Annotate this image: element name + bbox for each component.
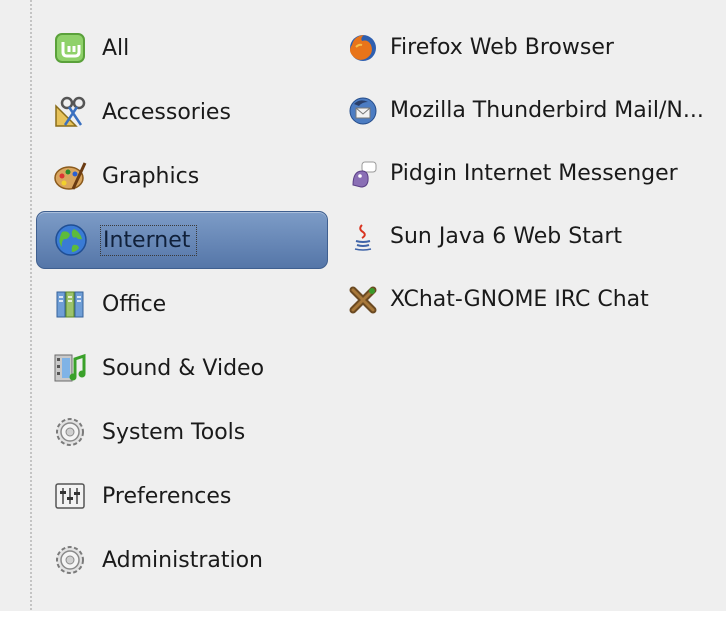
category-label: Graphics: [102, 163, 200, 189]
java-icon: [346, 217, 380, 257]
accessories-icon: [50, 92, 90, 132]
app-item-thunderbird[interactable]: Mozilla Thunderbird Mail/N...: [346, 79, 726, 142]
app-label: Pidgin Internet Messenger: [390, 161, 678, 186]
app-label: Firefox Web Browser: [390, 35, 614, 60]
thunderbird-icon: [346, 91, 380, 131]
office-icon: [50, 284, 90, 324]
app-label: XChat-GNOME IRC Chat: [390, 287, 649, 312]
sound-video-icon: [50, 348, 90, 388]
internet-globe-icon: [51, 220, 91, 260]
category-label: Internet: [99, 224, 198, 256]
app-item-pidgin[interactable]: Pidgin Internet Messenger: [346, 142, 726, 205]
category-item-all[interactable]: All: [36, 16, 328, 80]
category-item-internet[interactable]: Internet: [36, 211, 328, 269]
menu-bottom-edge: [0, 611, 726, 618]
category-item-administration[interactable]: Administration: [36, 528, 328, 592]
administration-gear-icon: [50, 540, 90, 580]
pidgin-icon: [346, 154, 380, 194]
category-item-sound-video[interactable]: Sound & Video: [36, 336, 328, 400]
firefox-icon: [346, 28, 380, 68]
mint-all-icon: [50, 28, 90, 68]
category-label: Accessories: [102, 99, 231, 125]
category-label: All: [102, 35, 130, 61]
separator-dotted-line: [30, 0, 32, 618]
category-item-graphics[interactable]: Graphics: [36, 144, 328, 208]
category-label: Preferences: [102, 483, 232, 509]
system-tools-gear-icon: [50, 412, 90, 452]
application-menu: All Accessories Graphics Internet Office: [0, 0, 726, 618]
app-item-xchat-gnome[interactable]: XChat-GNOME IRC Chat: [346, 268, 726, 331]
category-item-system-tools[interactable]: System Tools: [36, 400, 328, 464]
app-label: Mozilla Thunderbird Mail/N...: [390, 98, 704, 123]
category-list: All Accessories Graphics Internet Office: [36, 16, 328, 592]
xchat-icon: [346, 280, 380, 320]
category-label: System Tools: [102, 419, 246, 445]
app-label: Sun Java 6 Web Start: [390, 224, 622, 249]
graphics-palette-icon: [50, 156, 90, 196]
category-item-accessories[interactable]: Accessories: [36, 80, 328, 144]
application-list: Firefox Web Browser Mozilla Thunderbird …: [346, 16, 726, 331]
category-label: Sound & Video: [102, 355, 265, 381]
app-item-java-web-start[interactable]: Sun Java 6 Web Start: [346, 205, 726, 268]
preferences-icon: [50, 476, 90, 516]
category-label: Administration: [102, 547, 263, 573]
app-item-firefox[interactable]: Firefox Web Browser: [346, 16, 726, 79]
category-label: Office: [102, 291, 167, 317]
category-item-preferences[interactable]: Preferences: [36, 464, 328, 528]
category-item-office[interactable]: Office: [36, 272, 328, 336]
